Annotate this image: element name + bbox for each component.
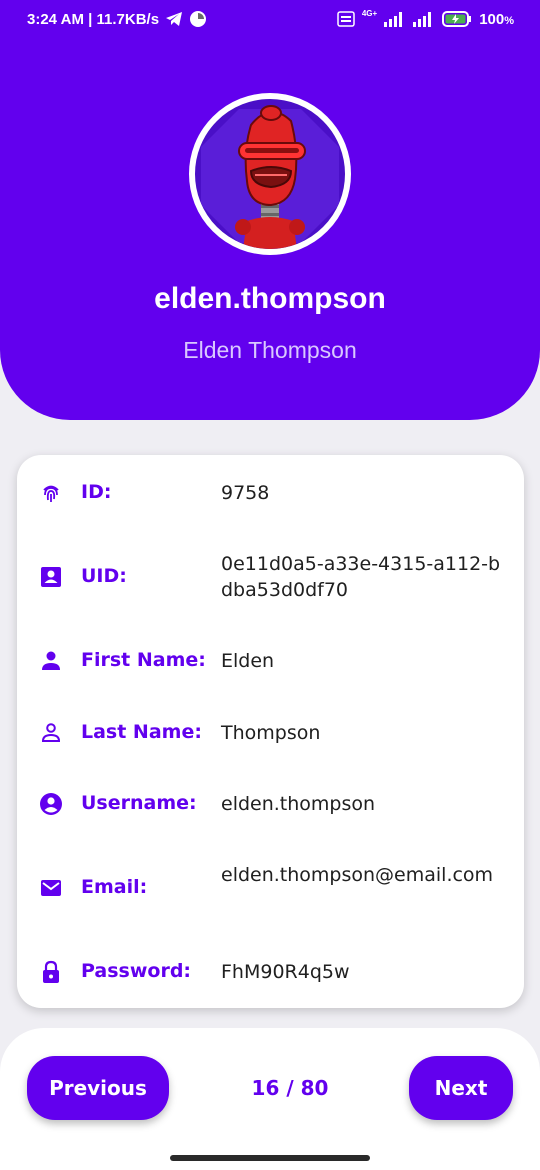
fingerprint-icon	[43, 485, 59, 502]
battery-percent: 100%	[479, 10, 514, 28]
detail-row-email: Email: elden.thompson@email.com	[17, 861, 524, 915]
battery-charging-icon	[442, 11, 472, 27]
detail-label-password: Password:	[81, 960, 192, 982]
detail-value-password: FhM90R4q5w	[221, 961, 350, 983]
id-card-icon	[41, 567, 61, 587]
bottom-navigation: Previous 16 / 80 Next	[0, 1028, 540, 1170]
detail-value-email: elden.thompson@email.com	[221, 864, 494, 886]
account-circle-icon	[40, 793, 62, 815]
previous-button[interactable]: Previous	[27, 1056, 169, 1120]
detail-value-uid: 0e11d0a5-a33e-4315-a112-bdba53d0df70	[221, 553, 501, 601]
profile-full-name: Elden Thompson	[183, 337, 357, 363]
signal-icon-2	[413, 12, 432, 27]
person-outline-icon	[41, 723, 61, 742]
detail-row-password: Password: FhM90R4q5w	[17, 957, 524, 989]
profile-header: elden.thompson Elden Thompson	[0, 38, 540, 420]
detail-label-last-name: Last Name:	[81, 721, 202, 743]
detail-label-username: Username:	[81, 792, 197, 814]
detail-label-id: ID:	[81, 481, 112, 503]
detail-row-first-name: First Name: Elden	[17, 645, 524, 677]
details-card: ID: 9758 UID: 0e11d0a5-a33e-4315-a112-bd…	[17, 455, 524, 1008]
detail-value-last-name: Thompson	[221, 722, 321, 744]
status-right: 4G+ 100%	[337, 8, 514, 28]
network-type: 4G+	[361, 8, 378, 18]
profile-username: elden.thompson	[154, 282, 386, 315]
avatar	[189, 93, 351, 255]
lock-icon	[43, 960, 59, 983]
detail-value-username: elden.thompson	[221, 793, 376, 815]
detail-label-uid: UID:	[81, 565, 127, 587]
volte-icon	[337, 11, 355, 27]
status-time: 3:24 AM | 11.7KB/s	[27, 10, 160, 28]
signal-icon	[384, 12, 403, 27]
telegram-icon	[166, 12, 183, 26]
person-icon	[42, 651, 60, 670]
detail-value-id: 9758	[221, 482, 270, 504]
detail-row-uid: UID: 0e11d0a5-a33e-4315-a112-bdba53d0df7…	[17, 551, 524, 605]
detail-row-last-name: Last Name: Thompson	[17, 717, 524, 749]
next-button[interactable]: Next	[409, 1056, 513, 1120]
status-left: 3:24 AM | 11.7KB/s	[27, 10, 207, 28]
detail-label-email: Email:	[81, 876, 148, 898]
home-indicator[interactable]	[170, 1155, 370, 1161]
mail-icon	[41, 880, 61, 896]
notification-app-icon	[190, 11, 207, 27]
robot-avatar-image	[201, 105, 339, 249]
status-bar: 3:24 AM | 11.7KB/s 4G+ 100%	[0, 0, 540, 38]
page-counter: 16 / 80	[251, 1076, 329, 1100]
detail-row-username: Username: elden.thompson	[17, 788, 524, 820]
detail-value-first-name: Elden	[221, 650, 275, 672]
detail-row-id: ID: 9758	[17, 477, 524, 509]
detail-label-first-name: First Name:	[81, 649, 206, 671]
